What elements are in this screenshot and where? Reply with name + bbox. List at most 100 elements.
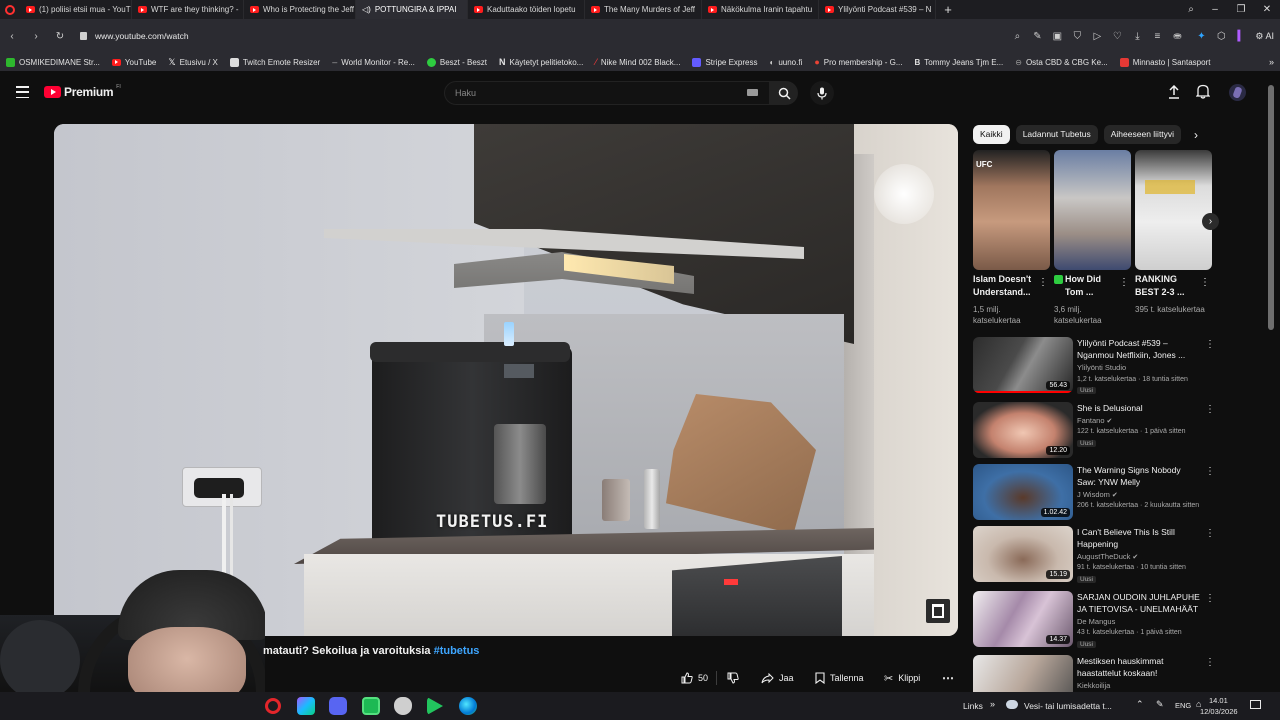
search-input[interactable]: Haku (455, 88, 476, 98)
channel-name[interactable]: Fantano ✔ (1077, 416, 1112, 425)
chip-all[interactable]: Kaikki (973, 124, 1010, 144)
channel-watermark-icon[interactable] (926, 599, 950, 623)
new-tab-button[interactable]: + (936, 0, 960, 19)
bookmark[interactable]: Twitch Emote Resizer (224, 53, 326, 71)
bookmark[interactable]: YouTube (106, 53, 162, 71)
weather-text[interactable]: Vesi- tai lumisadetta t... (1024, 701, 1112, 711)
short-title[interactable]: Islam Doesn't Understand... (973, 273, 1039, 299)
video-menu-icon[interactable]: ⋮ (1205, 404, 1215, 415)
tab-search-icon[interactable]: ⌕ (1180, 0, 1202, 19)
camera-icon[interactable]: ▣ (1049, 28, 1065, 44)
video-title[interactable]: I Can't Believe This Is Still Happening (1077, 526, 1201, 550)
play-icon[interactable]: ▷ (1089, 28, 1105, 44)
bookmark[interactable]: ● Pro membership - G... (808, 53, 908, 71)
recommended-video[interactable]: 56.43 Ylilyönti Podcast #539 – Nganmou N… (973, 337, 1215, 395)
recommended-video[interactable]: Mestiksen hauskimmat haastattelut koskaa… (973, 655, 1213, 692)
forward-icon[interactable]: › (28, 28, 44, 44)
clock-date[interactable]: 12/03/2026 (1200, 707, 1238, 716)
channel-name[interactable]: Ylilyönti Studio (1077, 363, 1126, 372)
dislike-button[interactable] (727, 668, 739, 688)
like-button[interactable]: 50 (681, 668, 708, 688)
youtube-logo[interactable]: Premium FI (44, 84, 121, 99)
url-field[interactable]: www.youtube.com/watch (95, 31, 995, 41)
browser-menu-icon[interactable] (0, 0, 20, 19)
video-thumbnail[interactable]: 14.37 (973, 591, 1073, 647)
browser-tab[interactable]: WTF are they thinking? - (132, 0, 244, 19)
video-menu-icon[interactable]: ⋮ (1205, 657, 1213, 668)
share-button[interactable]: Jaa (761, 668, 794, 688)
browser-tab[interactable]: Ylilyönti Podcast #539 – N (819, 0, 936, 19)
shorts-next-button[interactable]: › (1202, 213, 1219, 230)
minimize-button[interactable]: – (1202, 0, 1228, 19)
heart-icon[interactable]: ♡ (1109, 28, 1125, 44)
video-player[interactable]: TUBETUS.FI (54, 124, 958, 636)
short-menu-icon[interactable]: ⋮ (1200, 277, 1210, 288)
video-menu-icon[interactable]: ⋮ (1205, 339, 1215, 350)
short-title[interactable]: RANKING BEST 2-3 ... (1135, 273, 1201, 299)
hamburger-menu-icon[interactable] (16, 86, 29, 98)
recommended-video[interactable]: 14.37 SARJAN OUDOIN JUHLAPUHE JA TIETOVI… (973, 591, 1215, 649)
video-thumbnail[interactable]: 12.20 (973, 402, 1073, 458)
video-title[interactable]: The Warning Signs Nobody Saw: YNW Melly (1077, 464, 1201, 488)
zoom-icon[interactable]: ⌕ (1009, 28, 1025, 44)
spotify-icon[interactable] (362, 697, 380, 715)
channel-name[interactable]: AugustTheDuck ✔ (1077, 552, 1138, 561)
notifications-button[interactable] (1195, 84, 1212, 100)
bookmark[interactable]: 𝕏 Etusivu / X (162, 53, 224, 71)
sidebar-toggle-icon[interactable]: ▍ (1233, 28, 1249, 44)
channel-name[interactable]: J Wisdom ✔ (1077, 490, 1118, 499)
bookmark[interactable]: N Käytetyt pelitietoko... (493, 53, 589, 71)
bookmark[interactable]: – World Monitor - Re... (326, 53, 421, 71)
video-title[interactable]: SARJAN OUDOIN JUHLAPUHE JA TIETOVISA - U… (1077, 591, 1201, 615)
ai-button[interactable]: ⚙ AI (1255, 31, 1274, 42)
bookmark[interactable]: Minnasto | Santasport (1114, 53, 1217, 71)
recommended-video[interactable]: 15.19 I Can't Believe This Is Still Happ… (973, 526, 1215, 584)
video-thumbnail[interactable]: 56.43 (973, 337, 1073, 393)
recommended-video[interactable]: 1.02.42 The Warning Signs Nobody Saw: YN… (973, 464, 1215, 522)
download-icon[interactable]: ⤓ (1129, 28, 1145, 44)
keyboard-icon[interactable] (747, 89, 758, 96)
short-menu-icon[interactable]: ⋮ (1038, 277, 1048, 288)
pen-icon[interactable]: ✎ (1156, 699, 1164, 710)
page-scrollbar[interactable] (1268, 85, 1274, 330)
voice-search-button[interactable] (810, 81, 834, 105)
short-thumbnail[interactable] (1135, 150, 1212, 270)
opera-icon[interactable] (265, 698, 281, 714)
clip-button[interactable]: ✂ Klippi (884, 668, 920, 688)
bookmark[interactable]: ◐ uuno.fi (763, 53, 808, 71)
bookmark[interactable]: Beszt - Beszt (421, 53, 493, 71)
links-toolbar[interactable]: Links (963, 701, 983, 711)
video-menu-icon[interactable]: ⋮ (1205, 528, 1215, 539)
video-menu-icon[interactable]: ⋮ (1205, 466, 1215, 477)
browser-tab-active[interactable]: ◁) POTTUNGIRA & IPPAI (356, 0, 468, 19)
chip-related[interactable]: Aiheeseen liittyvi (1103, 124, 1182, 144)
bookmark[interactable]: B Tommy Jeans Tjm E... (908, 53, 1009, 71)
channel-name[interactable]: Kiekkoilija (1077, 681, 1110, 690)
video-title[interactable]: She is Delusional (1077, 402, 1201, 414)
shield-icon[interactable]: ⛉ (1069, 28, 1085, 44)
avatar[interactable] (1229, 84, 1246, 101)
recommended-video[interactable]: 12.20 She is Delusional Fantano ✔ 122 t. … (973, 402, 1215, 460)
chevron-right-icon[interactable]: » (990, 699, 995, 709)
cube-icon[interactable]: ⬡ (1213, 28, 1229, 44)
bookmark[interactable]: ⊖ Osta CBD & CBG Ke... (1009, 53, 1114, 71)
figma-icon[interactable] (297, 697, 315, 715)
chips-next-icon[interactable]: › (1194, 128, 1198, 142)
short-menu-icon[interactable]: ⋮ (1119, 277, 1129, 288)
extension-icon[interactable]: ✦ (1193, 28, 1209, 44)
bookmark[interactable]: ⁄ Nike Mind 002 Black... (589, 53, 686, 71)
video-menu-icon[interactable]: ⋮ (1205, 593, 1215, 604)
video-thumbnail[interactable]: 1.02.42 (973, 464, 1073, 520)
maximize-button[interactable]: ❐ (1228, 0, 1254, 19)
menu-lines-icon[interactable]: ≡ (1149, 28, 1165, 44)
discord-icon[interactable] (329, 697, 347, 715)
profile-icon[interactable]: ⛂ (1169, 28, 1185, 44)
edit-icon[interactable]: ✎ (1029, 28, 1045, 44)
search-button[interactable] (770, 81, 798, 105)
save-button[interactable]: Tallenna (815, 668, 864, 688)
browser-tab[interactable]: Who is Protecting the Jeff (244, 0, 356, 19)
tray-expand-icon[interactable]: ⌃ (1136, 699, 1144, 710)
language-indicator[interactable]: ENG (1175, 701, 1191, 710)
play-store-icon[interactable] (427, 697, 443, 715)
shield-app-icon[interactable] (394, 697, 412, 715)
